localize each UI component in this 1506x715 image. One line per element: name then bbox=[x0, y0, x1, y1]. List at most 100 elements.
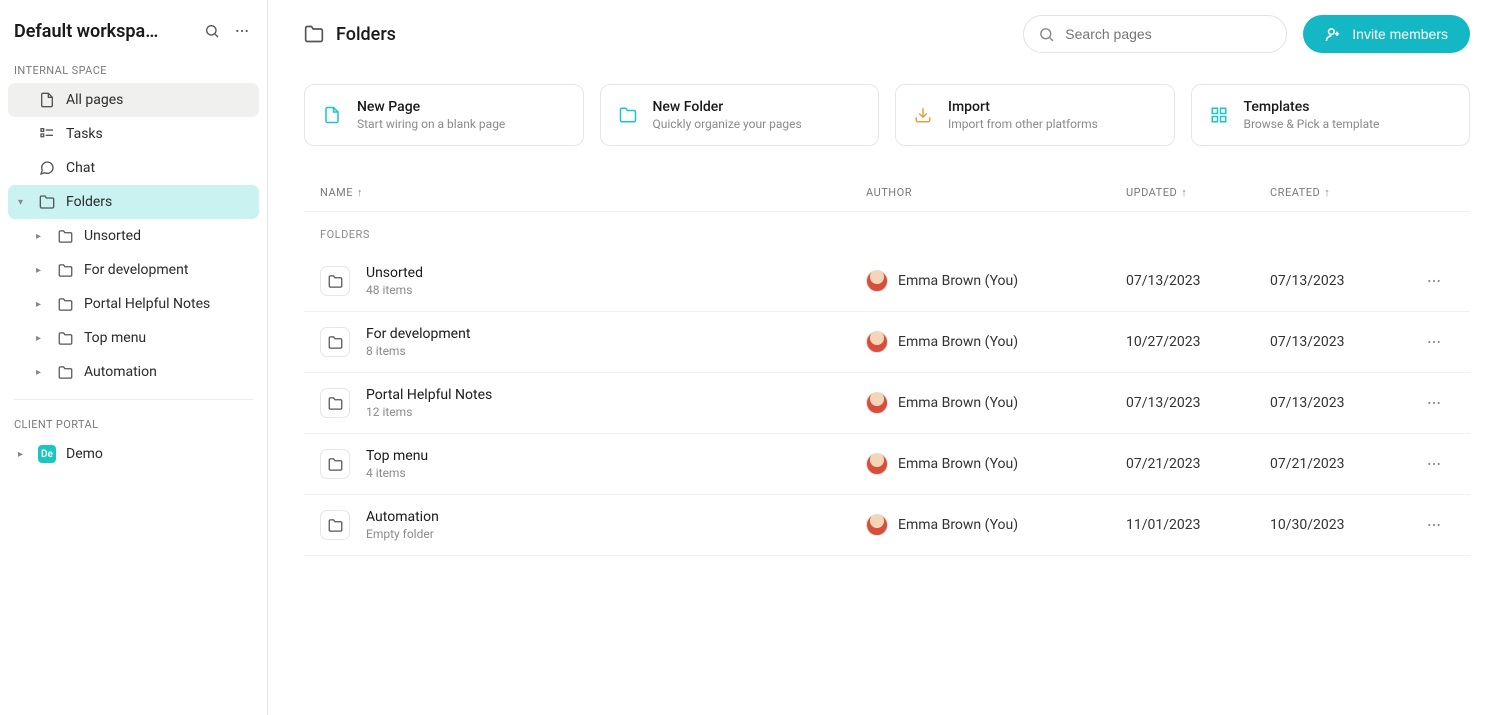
row-title: Portal Helpful Notes bbox=[366, 387, 866, 403]
sidebar-item-label: Demo bbox=[66, 446, 103, 462]
card-subtitle: Start wiring on a blank page bbox=[357, 117, 505, 131]
chevron-right-icon[interactable]: ▸ bbox=[36, 333, 46, 344]
sidebar-item-all-pages[interactable]: All pages bbox=[8, 83, 259, 117]
folder-icon bbox=[320, 266, 350, 296]
divider bbox=[14, 399, 253, 400]
row-more-button[interactable] bbox=[1414, 395, 1454, 411]
folder-icon bbox=[56, 363, 74, 381]
table-row[interactable]: For development 8 items Emma Brown (You)… bbox=[304, 312, 1470, 373]
sidebar-item-label: For development bbox=[84, 262, 188, 278]
row-author: Emma Brown (You) bbox=[866, 514, 1126, 536]
row-more-button[interactable] bbox=[1414, 334, 1454, 350]
row-title: Top menu bbox=[366, 448, 866, 464]
chat-icon bbox=[38, 159, 56, 177]
sidebar-item-demo[interactable]: ▸ De Demo bbox=[8, 437, 259, 471]
sort-asc-icon: ↑ bbox=[1324, 186, 1330, 199]
row-author: Emma Brown (You) bbox=[866, 270, 1126, 292]
row-created: 07/21/2023 bbox=[1270, 456, 1414, 472]
sidebar-folder-automation[interactable]: ▸ Automation bbox=[26, 355, 259, 389]
sidebar-folder-top-menu[interactable]: ▸ Top menu bbox=[26, 321, 259, 355]
row-created: 07/13/2023 bbox=[1270, 395, 1414, 411]
search-input-wrapper[interactable] bbox=[1023, 15, 1287, 53]
chevron-right-icon[interactable]: ▸ bbox=[36, 367, 46, 378]
workspace-title[interactable]: Default workspa… bbox=[14, 21, 193, 42]
workspace-header: Default workspa… bbox=[8, 12, 259, 56]
row-created: 10/30/2023 bbox=[1270, 517, 1414, 533]
card-new-page[interactable]: New Page Start wiring on a blank page bbox=[304, 84, 584, 146]
row-meta: 48 items bbox=[366, 283, 866, 297]
card-title: New Page bbox=[357, 99, 505, 115]
row-meta: 4 items bbox=[366, 466, 866, 480]
sidebar-folder-unsorted[interactable]: ▸ Unsorted bbox=[26, 219, 259, 253]
tasks-icon bbox=[38, 125, 56, 143]
page-icon bbox=[38, 91, 56, 109]
section-label-internal: INTERNAL SPACE bbox=[8, 56, 259, 83]
column-header-created[interactable]: CREATED ↑ bbox=[1270, 186, 1414, 199]
grid-icon bbox=[1208, 104, 1230, 126]
card-templates[interactable]: Templates Browse & Pick a template bbox=[1191, 84, 1471, 146]
search-input[interactable] bbox=[1065, 26, 1272, 42]
card-title: Import bbox=[948, 99, 1098, 115]
row-meta: Empty folder bbox=[366, 527, 866, 541]
sidebar-item-label: Unsorted bbox=[84, 228, 141, 244]
card-title: Templates bbox=[1244, 99, 1380, 115]
row-more-button[interactable] bbox=[1414, 456, 1454, 472]
row-more-button[interactable] bbox=[1414, 273, 1454, 289]
card-new-folder[interactable]: New Folder Quickly organize your pages bbox=[600, 84, 880, 146]
page-title: Folders bbox=[336, 24, 396, 45]
card-import[interactable]: Import Import from other platforms bbox=[895, 84, 1175, 146]
table-row[interactable]: Unsorted 48 items Emma Brown (You) 07/13… bbox=[304, 251, 1470, 312]
sidebar-item-label: Folders bbox=[66, 194, 112, 210]
folder-icon bbox=[617, 104, 639, 126]
sidebar-item-tasks[interactable]: Tasks bbox=[8, 117, 259, 151]
sidebar-item-folders[interactable]: ▾ Folders bbox=[8, 185, 259, 219]
chevron-right-icon[interactable]: ▸ bbox=[36, 299, 46, 310]
invite-button-label: Invite members bbox=[1352, 26, 1448, 42]
sidebar-folder-for-development[interactable]: ▸ For development bbox=[26, 253, 259, 287]
search-icon[interactable] bbox=[201, 20, 223, 42]
topbar: Folders Invite members bbox=[268, 0, 1506, 68]
table-row[interactable]: Portal Helpful Notes 12 items Emma Brown… bbox=[304, 373, 1470, 434]
card-subtitle: Quickly organize your pages bbox=[653, 117, 802, 131]
invite-members-button[interactable]: Invite members bbox=[1303, 15, 1470, 53]
sidebar-item-label: Top menu bbox=[84, 330, 146, 346]
row-title: For development bbox=[366, 326, 866, 342]
row-author: Emma Brown (You) bbox=[866, 331, 1126, 353]
table-header: NAME ↑ AUTHOR UPDATED ↑ CREATED ↑ bbox=[304, 174, 1470, 212]
section-label-client: CLIENT PORTAL bbox=[8, 410, 259, 437]
column-header-name[interactable]: NAME ↑ bbox=[320, 186, 866, 199]
sidebar-folder-portal-helpful-notes[interactable]: ▸ Portal Helpful Notes bbox=[26, 287, 259, 321]
action-cards: New Page Start wiring on a blank page Ne… bbox=[304, 84, 1470, 146]
chevron-right-icon[interactable]: ▸ bbox=[36, 231, 46, 242]
group-label-folders: FOLDERS bbox=[304, 212, 1470, 251]
column-header-author[interactable]: AUTHOR bbox=[866, 186, 1126, 199]
download-icon bbox=[912, 104, 934, 126]
table-row[interactable]: Automation Empty folder Emma Brown (You)… bbox=[304, 495, 1470, 556]
chevron-right-icon[interactable]: ▸ bbox=[36, 265, 46, 276]
sidebar-item-label: Automation bbox=[84, 364, 157, 380]
sidebar-item-label: Portal Helpful Notes bbox=[84, 296, 210, 312]
folder-icon bbox=[320, 327, 350, 357]
avatar bbox=[866, 453, 888, 475]
card-subtitle: Import from other platforms bbox=[948, 117, 1098, 131]
folder-icon bbox=[320, 449, 350, 479]
row-updated: 07/13/2023 bbox=[1126, 395, 1270, 411]
row-more-button[interactable] bbox=[1414, 517, 1454, 533]
chevron-right-icon[interactable]: ▸ bbox=[18, 449, 28, 460]
folder-icon bbox=[56, 227, 74, 245]
sidebar-item-label: Chat bbox=[66, 160, 95, 176]
avatar bbox=[866, 392, 888, 414]
sidebar-item-chat[interactable]: Chat bbox=[8, 151, 259, 185]
row-meta: 12 items bbox=[366, 405, 866, 419]
table-row[interactable]: Top menu 4 items Emma Brown (You) 07/21/… bbox=[304, 434, 1470, 495]
sidebar-item-label: Tasks bbox=[66, 126, 103, 142]
row-title: Unsorted bbox=[366, 265, 866, 281]
more-icon[interactable] bbox=[231, 20, 253, 42]
user-plus-icon bbox=[1325, 26, 1342, 43]
chevron-down-icon[interactable]: ▾ bbox=[18, 197, 28, 208]
row-title: Automation bbox=[366, 509, 866, 525]
folder-icon bbox=[304, 24, 324, 44]
folder-icon bbox=[56, 261, 74, 279]
column-header-updated[interactable]: UPDATED ↑ bbox=[1126, 186, 1270, 199]
folder-icon bbox=[56, 295, 74, 313]
